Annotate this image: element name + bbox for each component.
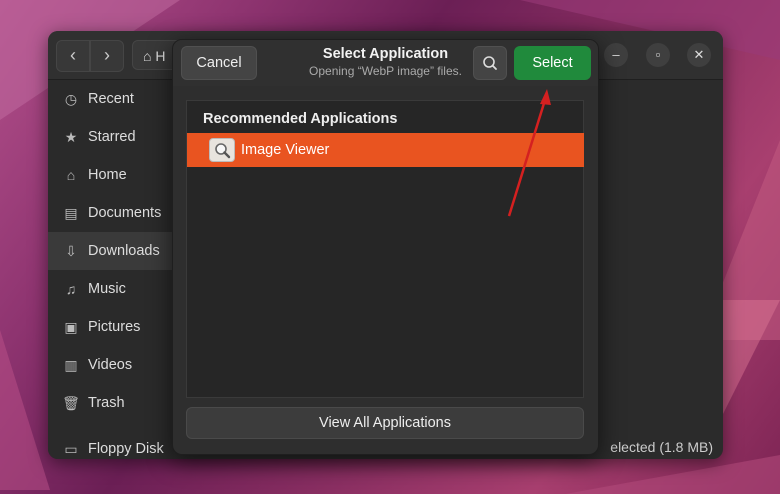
annotation-arrow xyxy=(507,89,551,217)
